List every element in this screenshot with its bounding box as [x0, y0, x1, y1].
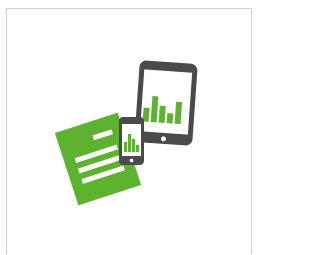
devices-illustration	[54, 60, 198, 206]
tablet-screen	[139, 69, 193, 135]
smartphone-home-button	[129, 158, 134, 163]
illustration-card	[6, 8, 252, 254]
smartphone-icon	[119, 117, 144, 165]
